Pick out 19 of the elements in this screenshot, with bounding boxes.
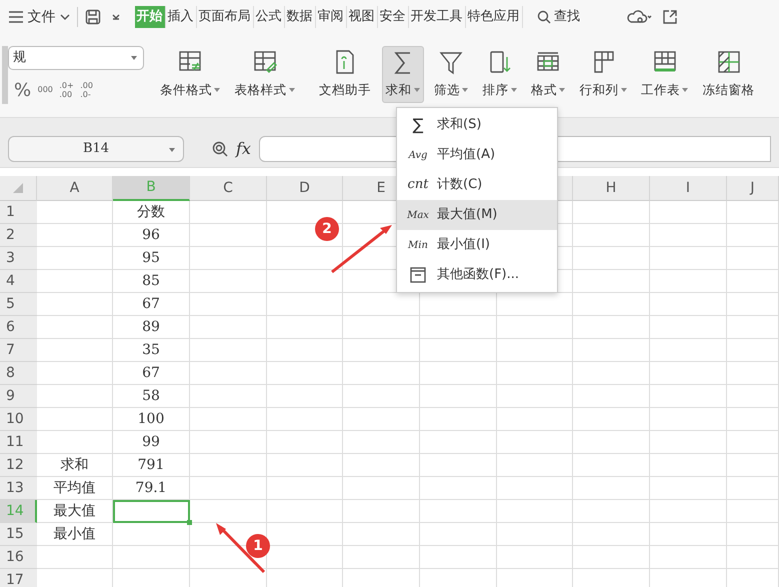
table-cell: 85 xyxy=(113,270,190,293)
table-cell: 35 xyxy=(113,339,190,362)
table-cell: 96 xyxy=(113,224,190,247)
table-cell: 67 xyxy=(113,293,190,316)
table-cell: 95 xyxy=(113,247,190,270)
table-cell: 求和 xyxy=(37,454,113,477)
table-cell: 79.1 xyxy=(113,477,190,500)
table-cell: 89 xyxy=(113,316,190,339)
table-cell: 58 xyxy=(113,385,190,408)
annotation-badge: 2 xyxy=(315,217,339,241)
table-cell: 100 xyxy=(113,408,190,431)
table-cell: 67 xyxy=(113,362,190,385)
table-cell: 平均值 xyxy=(37,477,113,500)
table-cell: 791 xyxy=(113,454,190,477)
table-cell: 分数 xyxy=(113,201,190,224)
table-cell: 99 xyxy=(113,431,190,454)
annotation-badge: 1 xyxy=(246,534,270,558)
table-cell: 最大值 xyxy=(37,500,113,523)
table-cell: 最小值 xyxy=(37,523,113,546)
